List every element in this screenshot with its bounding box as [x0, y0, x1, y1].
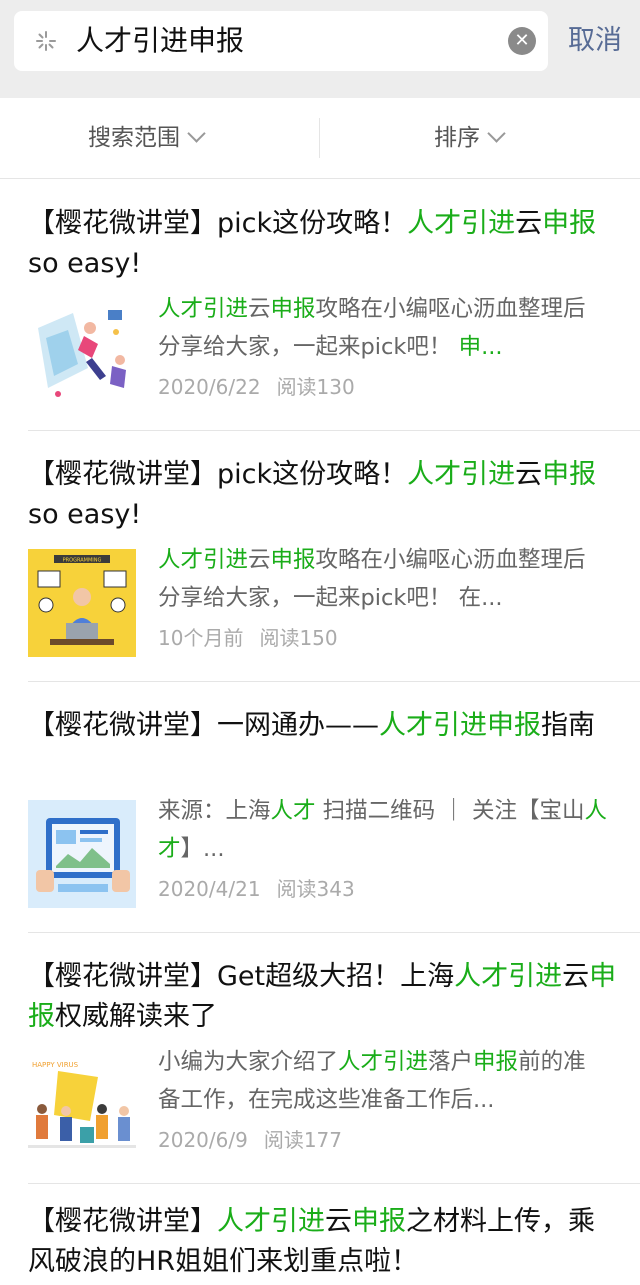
thumb-caption: PROGRAMMING [63, 558, 102, 564]
result-meta: 2020/6/22 阅读130 [158, 372, 355, 402]
search-scope-filter[interactable]: 搜索范围 [88, 98, 206, 178]
snippet-text: 】... [180, 836, 225, 862]
title-highlight: 人才引进 [407, 208, 516, 239]
snippet-highlight: 申报 [473, 1049, 519, 1075]
title-text: so easy! [28, 499, 142, 530]
result-item[interactable]: 【樱花微讲堂】一网通办——人才引进申报指南 来源：上海人才 扫描二维码 ｜ 关注… [0, 682, 640, 933]
result-item[interactable]: 【樱花微讲堂】人才引进云申报之材料上传，乘风破浪的HR姐姐们来划重点啦！ [0, 1184, 640, 1285]
result-reads: 阅读343 [276, 877, 355, 901]
title-text: 【樱花微讲堂】pick这份攻略！ [28, 208, 408, 239]
title-text: 【樱花微讲堂】一网通办—— [28, 710, 379, 741]
title-highlight: 人才引进 [407, 459, 516, 490]
result-meta: 10个月前 阅读150 [158, 623, 338, 653]
search-query[interactable]: 人才引进申报 [76, 22, 244, 60]
snippet-highlight: 申报 [270, 547, 316, 573]
title-text: 【樱花微讲堂】 [28, 1206, 217, 1237]
result-date: 2020/6/22 [158, 375, 261, 399]
snippet-highlight: 申... [458, 334, 503, 360]
title-highlight: 人才引进申报 [379, 710, 541, 741]
title-highlight: 人才引进 [217, 1206, 325, 1237]
snippet-text: 扫描二维码 ｜ 关注【宝山 [315, 798, 585, 824]
title-text: 【樱花微讲堂】Get超级大招！上海 [28, 961, 455, 992]
snippet-highlight: 人才引进 [158, 296, 249, 322]
result-thumbnail[interactable] [28, 800, 136, 908]
snippet-text: 落户 [428, 1049, 474, 1075]
snippet-text: 小编为大家介绍了 [158, 1049, 339, 1075]
result-item[interactable]: 【樱花微讲堂】pick这份攻略！人才引进云申报so easy! 人才引进云申报攻… [0, 180, 640, 431]
chevron-down-icon [187, 124, 206, 143]
result-reads: 阅读177 [263, 1128, 343, 1152]
title-text: so easy! [28, 248, 142, 279]
title-text: 权威解读来了 [55, 1001, 217, 1032]
snippet-highlight: 人才引进 [338, 1049, 429, 1075]
sort-label: 排序 [434, 125, 480, 151]
search-input[interactable]: 人才引进申报 ✕ [14, 11, 548, 71]
result-date: 2020/4/21 [158, 877, 261, 901]
result-snippet: 人才引进云申报攻略在小编呕心沥血整理后分享给大家，一起来pick吧！ 在... [158, 541, 608, 617]
result-reads: 阅读130 [276, 375, 355, 399]
filter-divider [319, 118, 320, 158]
result-snippet: 来源：上海人才 扫描二维码 ｜ 关注【宝山人才】... [158, 792, 608, 868]
filter-bar: 搜索范围 排序 [0, 98, 640, 179]
cancel-button[interactable]: 取消 [568, 22, 622, 60]
snippet-text: 云 [248, 547, 271, 573]
title-text: 云 [515, 459, 543, 490]
result-meta: 2020/4/21 阅读343 [158, 874, 355, 904]
result-thumbnail[interactable] [28, 298, 136, 406]
result-title[interactable]: 【樱花微讲堂】一网通办——人才引进申报指南 [28, 706, 618, 746]
title-text: 云 [325, 1206, 352, 1237]
title-text: 指南 [541, 710, 595, 741]
result-reads: 阅读150 [259, 626, 338, 650]
title-text: 云 [515, 208, 543, 239]
search-header: 人才引进申报 ✕ 取消 [0, 0, 640, 98]
sort-filter[interactable]: 排序 [434, 98, 506, 178]
title-highlight: 申报 [542, 208, 597, 239]
result-item[interactable]: 【樱花微讲堂】Get超级大招！上海人才引进云申报权威解读来了 HAPPY VIR… [0, 933, 640, 1184]
chevron-down-icon [487, 124, 506, 143]
result-title[interactable]: 【樱花微讲堂】pick这份攻略！人才引进云申报 so easy! [28, 204, 618, 284]
snippet-text: 来源：上海 [158, 798, 271, 824]
title-text: 【樱花微讲堂】pick这份攻略！ [28, 459, 408, 490]
result-meta: 2020/6/9 阅读177 [158, 1125, 342, 1155]
clear-icon[interactable]: ✕ [508, 27, 536, 55]
snippet-text: 云 [248, 296, 271, 322]
snippet-highlight: 人才 [270, 798, 316, 824]
snippet-highlight: 人才引进 [158, 547, 249, 573]
result-date: 2020/6/9 [158, 1128, 248, 1152]
result-title[interactable]: 【樱花微讲堂】pick这份攻略！人才引进云申报 so easy! [28, 455, 618, 535]
result-date: 10个月前 [158, 626, 244, 650]
result-item[interactable]: 【樱花微讲堂】pick这份攻略！人才引进云申报so easy! PROGRAMM… [0, 431, 640, 682]
result-snippet: 人才引进云申报攻略在小编呕心沥血整理后分享给大家，一起来pick吧！ 申... [158, 290, 608, 366]
result-title[interactable]: 【樱花微讲堂】人才引进云申报之材料上传，乘风破浪的HR姐姐们来划重点啦！ [28, 1202, 618, 1282]
search-icon [36, 31, 56, 51]
title-highlight: 申报 [352, 1206, 406, 1237]
title-highlight: 申报 [542, 459, 597, 490]
title-text: 云 [562, 961, 590, 992]
snippet-highlight: 申报 [270, 296, 316, 322]
result-thumbnail[interactable]: HAPPY VIRUS [28, 1051, 136, 1159]
result-thumbnail[interactable]: PROGRAMMING [28, 549, 136, 657]
result-title[interactable]: 【樱花微讲堂】Get超级大招！上海人才引进云申报权威解读来了 [28, 957, 618, 1037]
search-scope-label: 搜索范围 [88, 125, 180, 151]
thumb-caption: HAPPY VIRUS [32, 1061, 79, 1069]
result-snippet: 小编为大家介绍了人才引进落户申报前的准备工作，在完成这些准备工作后... [158, 1043, 608, 1119]
title-highlight: 人才引进 [454, 961, 563, 992]
